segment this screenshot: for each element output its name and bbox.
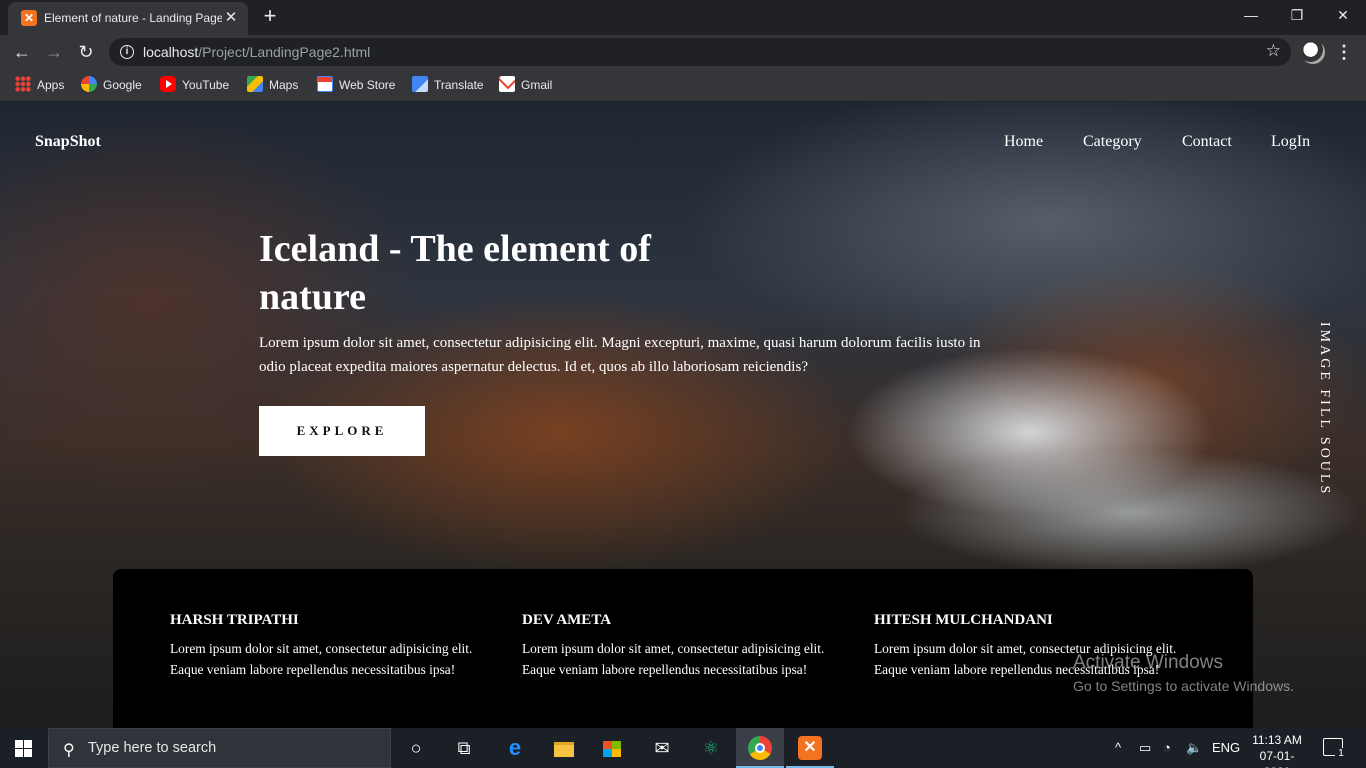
forward-icon[interactable]: → <box>41 39 67 65</box>
youtube-icon <box>160 76 176 92</box>
search-icon: ⚲ <box>63 742 75 759</box>
minimize-icon[interactable]: — <box>1228 0 1274 30</box>
atom-icon[interactable]: ⚛ <box>699 736 723 760</box>
bookmark-apps[interactable]: Apps <box>15 76 64 96</box>
bookmark-gmail[interactable]: Gmail <box>499 76 552 96</box>
authors-panel: HARSH TRIPATHI Lorem ipsum dolor sit ame… <box>113 569 1253 728</box>
language-indicator[interactable]: ENG <box>1212 740 1240 755</box>
bookmark-youtube[interactable]: YouTube <box>160 76 229 96</box>
bookmark-label: YouTube <box>182 78 230 92</box>
profile-avatar-icon[interactable] <box>1301 40 1325 64</box>
xampp-taskbar-button[interactable]: ✕ <box>786 728 834 768</box>
author-card: DEV AMETA Lorem ipsum dolor sit amet, co… <box>522 612 852 680</box>
landing-page-hero: SnapShot Home Category Contact LogIn Ice… <box>0 102 1366 728</box>
maps-icon <box>247 76 263 92</box>
wifi-icon[interactable]: ◔ <box>1163 740 1171 755</box>
author-text: Lorem ipsum dolor sit amet, consectetur … <box>170 641 473 677</box>
hero-title: Iceland - The element of nature <box>259 228 651 318</box>
windows-taskbar: ⚲ Type here to search ○ ⧉ e ✉ ⚛ ✕ ^ ▭ ◔ … <box>0 728 1366 768</box>
chrome-icon <box>748 736 772 760</box>
watermark-subtitle: Go to Settings to activate Windows. <box>1073 678 1294 694</box>
cortana-icon[interactable]: ○ <box>404 736 428 760</box>
gmail-icon <box>499 76 515 92</box>
back-icon[interactable]: ← <box>9 39 35 65</box>
bookmarks-bar: Apps Google YouTube Maps Web Store Trans… <box>0 69 1366 102</box>
bookmark-translate[interactable]: Translate <box>412 76 484 96</box>
browser-toolbar: ← → ↻ i localhost/Project/LandingPage2.h… <box>0 35 1366 69</box>
url-host: localhost <box>143 44 199 60</box>
activate-windows-watermark: Activate Windows Go to Settings to activ… <box>1073 652 1294 697</box>
show-hidden-icons-icon[interactable]: ^ <box>1115 740 1121 755</box>
browser-tab[interactable]: ✕ Element of nature - Landing Page ✕ <box>8 2 248 35</box>
bookmark-label: Maps <box>269 78 299 92</box>
clock-date: 07-01-2020 <box>1259 749 1295 768</box>
chrome-taskbar-button[interactable] <box>736 728 784 768</box>
bookmark-label: Gmail <box>521 78 553 92</box>
apps-icon <box>15 76 31 92</box>
google-icon <box>81 76 97 92</box>
nav-category[interactable]: Category <box>1083 133 1142 151</box>
hero-description: Lorem ipsum dolor sit amet, consectetur … <box>259 335 981 375</box>
author-text: Lorem ipsum dolor sit amet, consectetur … <box>522 641 825 677</box>
restore-icon[interactable]: ❐ <box>1274 0 1320 30</box>
clock-time: 11:13 AM <box>1252 733 1302 747</box>
explore-button[interactable]: EXPLORE <box>259 406 425 456</box>
bookmark-maps[interactable]: Maps <box>247 76 298 96</box>
bookmark-google[interactable]: Google <box>81 76 142 96</box>
tab-close-icon[interactable]: ✕ <box>222 9 240 27</box>
url-text: localhost/Project/LandingPage2.html <box>143 44 370 60</box>
vertical-tagline: IMAGE FILL SOULS <box>1317 322 1332 497</box>
reload-icon[interactable]: ↻ <box>73 39 99 65</box>
search-placeholder: Type here to search <box>88 740 217 756</box>
taskbar-search[interactable]: ⚲ Type here to search <box>48 728 391 768</box>
address-bar[interactable]: i localhost/Project/LandingPage2.html ☆ <box>109 38 1291 66</box>
nav-login[interactable]: LogIn <box>1271 133 1310 151</box>
browser-menu-icon[interactable]: ⋮ <box>1334 39 1354 65</box>
battery-icon[interactable]: ▭ <box>1139 740 1151 756</box>
windows-start-icon[interactable] <box>15 740 32 757</box>
edge-icon[interactable]: e <box>503 736 527 760</box>
nav-home[interactable]: Home <box>1004 133 1043 151</box>
bookmark-label: Google <box>103 78 142 92</box>
translate-icon <box>412 76 428 92</box>
author-name: DEV AMETA <box>522 612 612 628</box>
bookmark-star-icon[interactable]: ☆ <box>1266 41 1281 61</box>
author-card: HARSH TRIPATHI Lorem ipsum dolor sit ame… <box>170 612 500 680</box>
browser-tab-strip: ✕ Element of nature - Landing Page ✕ + —… <box>0 0 1366 35</box>
notification-count: 1 <box>1335 748 1347 760</box>
bookmark-web-store[interactable]: Web Store <box>317 76 395 96</box>
author-name: HARSH TRIPATHI <box>170 612 299 628</box>
site-info-icon[interactable]: i <box>120 45 134 59</box>
store-icon[interactable] <box>600 736 624 760</box>
bookmark-label: Web Store <box>339 78 396 92</box>
task-view-icon[interactable]: ⧉ <box>452 736 476 760</box>
web-store-icon <box>317 76 333 92</box>
bookmark-label: Apps <box>37 78 65 92</box>
nav-contact[interactable]: Contact <box>1182 133 1232 151</box>
new-tab-icon[interactable]: + <box>258 5 282 29</box>
mail-icon[interactable]: ✉ <box>650 736 674 760</box>
xampp-favicon-icon: ✕ <box>21 10 37 26</box>
site-brand[interactable]: SnapShot <box>35 133 101 151</box>
watermark-title: Activate Windows <box>1073 652 1223 673</box>
url-path: /Project/LandingPage2.html <box>198 44 371 60</box>
author-name: HITESH MULCHANDANI <box>874 612 1053 628</box>
bookmark-label: Translate <box>434 78 484 92</box>
system-clock[interactable]: 11:13 AM 07-01-2020 <box>1251 732 1303 768</box>
close-window-icon[interactable]: ✕ <box>1320 0 1366 30</box>
file-explorer-icon[interactable] <box>552 736 576 760</box>
volume-icon[interactable]: 🔈 <box>1186 740 1202 756</box>
xampp-icon: ✕ <box>798 736 822 760</box>
tab-title: Element of nature - Landing Page <box>44 11 222 25</box>
